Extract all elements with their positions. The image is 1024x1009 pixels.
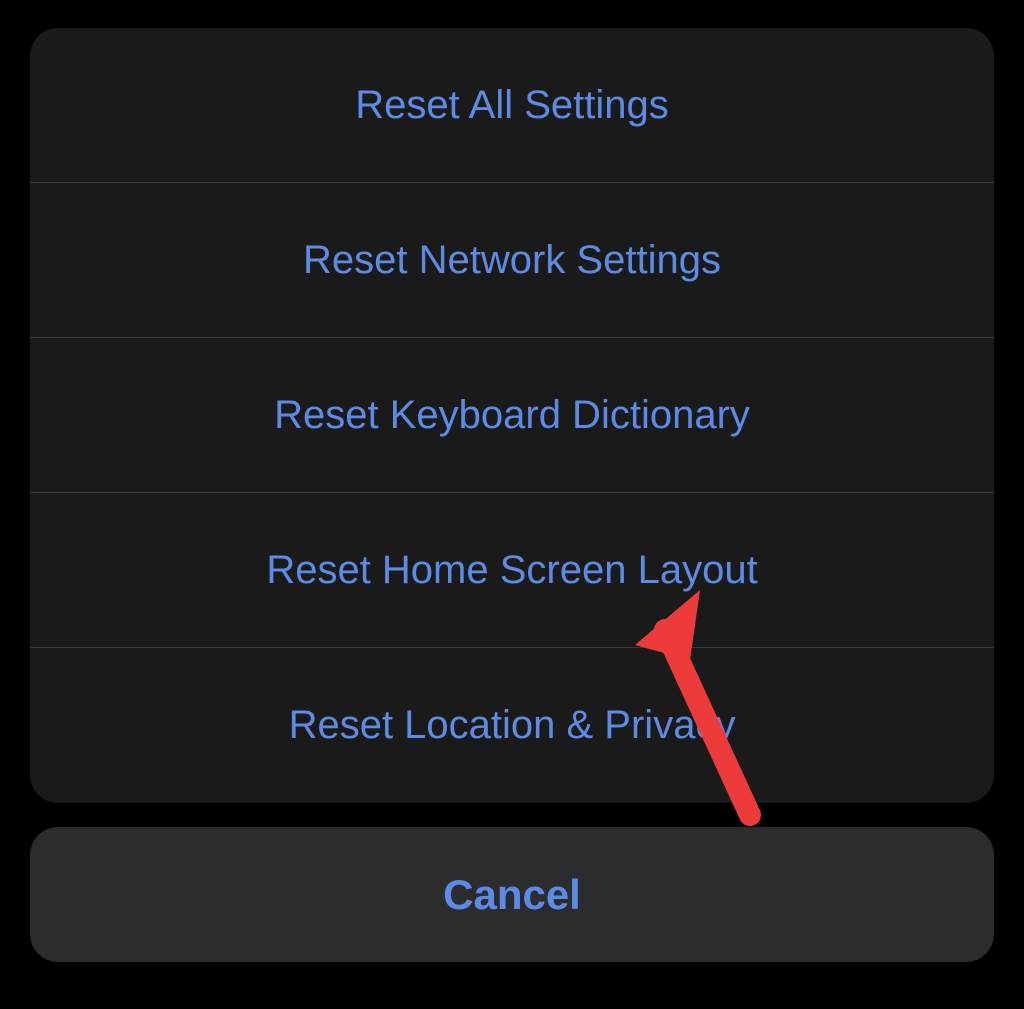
reset-keyboard-dictionary-button[interactable]: Reset Keyboard Dictionary — [30, 338, 994, 493]
reset-action-sheet: Reset All Settings Reset Network Setting… — [30, 28, 994, 803]
reset-location-privacy-button[interactable]: Reset Location & Privacy — [30, 648, 994, 803]
reset-all-settings-button[interactable]: Reset All Settings — [30, 28, 994, 183]
reset-network-settings-button[interactable]: Reset Network Settings — [30, 183, 994, 338]
reset-home-screen-layout-button[interactable]: Reset Home Screen Layout — [30, 493, 994, 648]
action-sheet-container: Reset All Settings Reset Network Setting… — [30, 28, 994, 979]
cancel-button[interactable]: Cancel — [30, 827, 994, 962]
